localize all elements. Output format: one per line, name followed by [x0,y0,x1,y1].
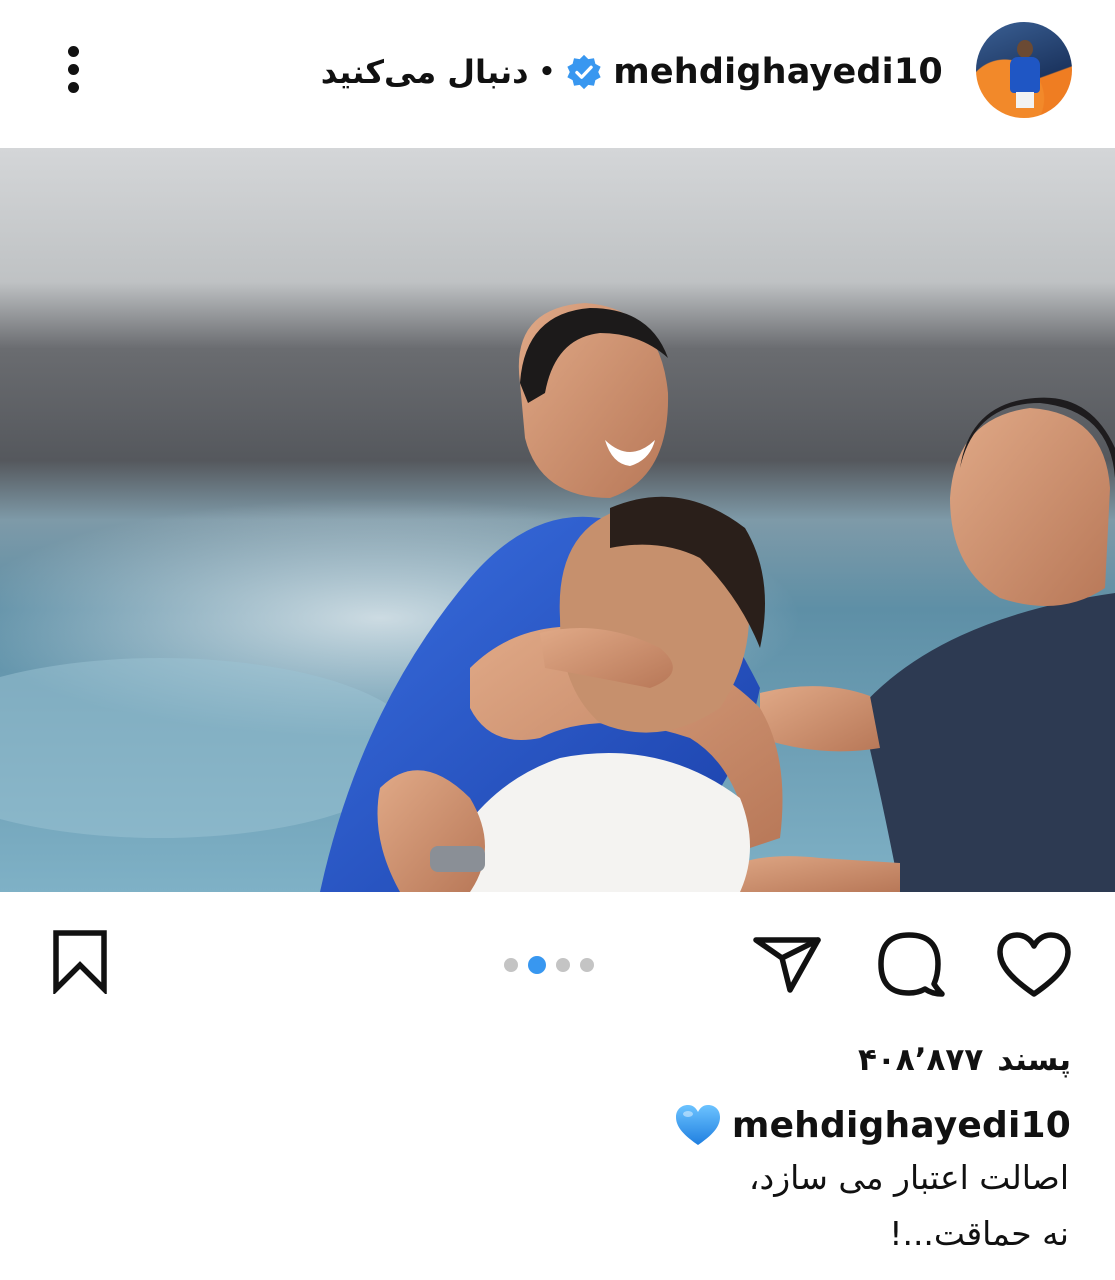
post-photo [0,148,1115,892]
caption-username[interactable]: mehdighayedi10 [732,1105,1071,1146]
likes-count[interactable]: ۴۰۸٬۸۷۷ پسند [858,1036,1071,1084]
carousel-dot [556,958,570,972]
carousel-indicator [504,956,594,974]
post-header: mehdighayedi10 • دنبال می‌کنید [0,0,1115,148]
verified-badge-icon [567,54,601,90]
separator: • [538,57,556,87]
carousel-dot [504,958,518,972]
post-author: mehdighayedi10 • دنبال می‌کنید [321,48,943,96]
author-avatar[interactable] [976,22,1072,118]
post-actions [0,892,1115,1032]
carousel-dot-active [528,956,546,974]
heart-icon[interactable] [996,932,1072,998]
avatar-photo [1010,40,1040,108]
likes-number: ۴۰۸٬۸۷۷ [857,1042,984,1078]
caption-line-2: نه حماقت...! [889,1214,1069,1253]
blue-heart-icon [675,1105,720,1145]
send-icon[interactable] [750,932,824,996]
author-username[interactable]: mehdighayedi10 [613,52,943,92]
following-label[interactable]: دنبال می‌کنید [321,53,529,91]
more-options-icon[interactable] [52,40,96,100]
caption-line-1: اصالت اعتبار می سازد، [748,1158,1069,1197]
post-image[interactable] [0,148,1115,892]
bookmark-icon[interactable] [50,928,110,994]
caption-header: mehdighayedi10 [674,1100,1071,1150]
comment-icon[interactable] [874,928,946,1000]
carousel-dot [580,958,594,972]
likes-label: پسند [997,1042,1071,1078]
